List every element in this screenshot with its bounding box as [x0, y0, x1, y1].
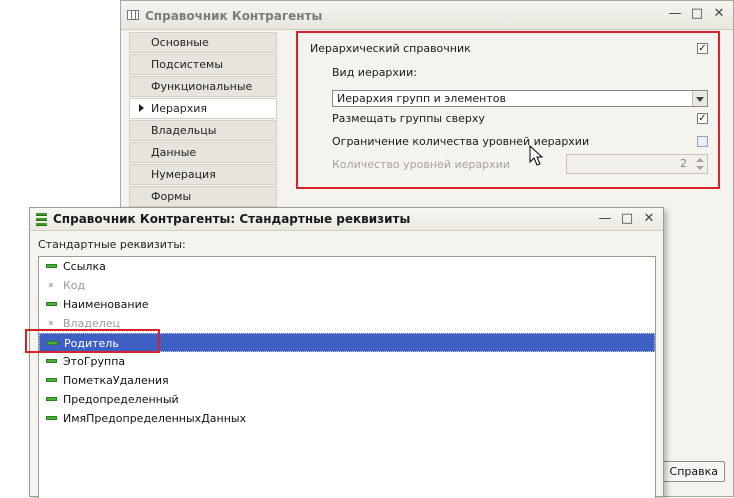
levels-count-field[interactable]: 2: [566, 154, 708, 174]
levels-count-label: Количество уровней иерархии: [332, 158, 510, 171]
enabled-marker-icon: [46, 264, 57, 268]
list-icon: [36, 213, 47, 226]
current-arrow-icon: [139, 104, 144, 112]
list-label: Стандартные реквизиты:: [38, 238, 186, 251]
limit-levels-row: Ограничение количества уровней иерархии: [332, 133, 708, 151]
list-item[interactable]: ПометкаУдаления: [39, 371, 655, 390]
hierarchy-type-row: Вид иерархии:: [332, 64, 708, 82]
hierarchy-type-label: Вид иерархии:: [332, 66, 417, 79]
window-title: Справочник Контрагенты: [145, 9, 323, 23]
mouse-cursor-icon: [529, 145, 543, 166]
enabled-marker-icon: [46, 416, 57, 420]
close-icon[interactable]: ✕: [641, 211, 657, 227]
nav-item-data[interactable]: Данные: [129, 142, 277, 163]
list-item[interactable]: Ссылка: [39, 257, 655, 276]
hierarchy-settings-panel: Иерархический справочник ✓ Вид иерархии:…: [296, 31, 720, 189]
enabled-marker-icon: [46, 397, 57, 401]
nav-item-hierarchy[interactable]: Иерархия: [129, 98, 277, 119]
hierarchical-checkbox[interactable]: ✓: [697, 43, 708, 54]
maximize-icon[interactable]: □: [689, 6, 705, 22]
minimize-icon[interactable]: —: [597, 211, 613, 227]
minimize-icon[interactable]: —: [667, 6, 683, 22]
disabled-dot-icon: [49, 283, 53, 287]
nav-item-numbering[interactable]: Нумерация: [129, 164, 277, 185]
groups-on-top-checkbox[interactable]: ✓: [697, 113, 708, 124]
list-item[interactable]: ИмяПредопределенныхДанных: [39, 409, 655, 428]
list-item[interactable]: Код: [39, 276, 655, 295]
chevron-down-icon[interactable]: [692, 91, 707, 106]
list-item[interactable]: ЭтоГруппа: [39, 352, 655, 371]
list-item[interactable]: Предопределенный: [39, 390, 655, 409]
hierarchy-type-select[interactable]: Иерархия групп и элементов: [332, 90, 708, 107]
nav-item-forms[interactable]: Формы: [129, 186, 277, 207]
sections-nav: Основные Подсистемы Функциональные опции…: [129, 32, 277, 208]
enabled-marker-icon: [46, 378, 57, 382]
nav-item-owners[interactable]: Владельцы: [129, 120, 277, 141]
title-bar: Справочник Контрагенты — □ ✕: [121, 1, 733, 30]
enabled-marker-icon: [46, 302, 57, 306]
window-title: Справочник Контрагенты: Стандартные рекв…: [53, 212, 411, 226]
groups-on-top-row: Размещать группы сверху ✓: [332, 110, 708, 128]
spinner-icon[interactable]: [695, 157, 705, 171]
limit-levels-checkbox[interactable]: [697, 136, 708, 147]
limit-levels-label: Ограничение количества уровней иерархии: [332, 135, 590, 148]
nav-item-main[interactable]: Основные: [129, 32, 277, 53]
attributes-list: Ссылка Код Наименование Владелец Родител…: [38, 256, 656, 498]
list-item[interactable]: Наименование: [39, 295, 655, 314]
maximize-icon[interactable]: □: [619, 211, 635, 227]
hierarchy-type-value: Иерархия групп и элементов: [337, 92, 506, 105]
groups-on-top-label: Размещать группы сверху: [332, 112, 485, 125]
nav-item-functional-options[interactable]: Функциональные опции: [129, 76, 277, 112]
nav-item-subsystems[interactable]: Подсистемы: [129, 54, 277, 75]
hierarchical-row: Иерархический справочник ✓: [310, 40, 708, 58]
disabled-dot-icon: [49, 321, 53, 325]
table-icon: [127, 10, 139, 20]
levels-count-value: 2: [680, 157, 687, 170]
title-bar: Справочник Контрагенты: Стандартные рекв…: [30, 208, 663, 231]
hierarchical-label: Иерархический справочник: [310, 42, 471, 55]
close-icon[interactable]: ✕: [711, 6, 727, 22]
enabled-marker-icon: [46, 359, 57, 363]
parent-highlight-box: [25, 329, 160, 353]
